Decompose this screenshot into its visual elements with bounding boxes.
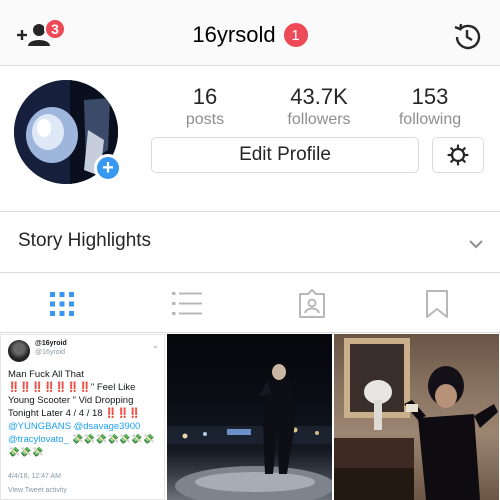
tagged-icon [299, 289, 325, 318]
tab-saved[interactable] [417, 284, 457, 324]
tab-tagged[interactable] [292, 284, 332, 324]
posts-stat[interactable]: 16 posts [174, 84, 236, 129]
post-thumbnail-1[interactable]: @16yroid @16yroid ⌄ Man Fuck All That ‼️… [0, 334, 165, 500]
followers-stat[interactable]: 43.7K followers [276, 84, 362, 129]
tweet-mention-1: @YUNGBANS [8, 421, 71, 432]
top-bar: 3 16yrsold 1 [0, 0, 500, 66]
bookmark-icon [426, 290, 448, 318]
list-icon [172, 292, 202, 315]
tweet-line1: Man Fuck All That [8, 369, 84, 380]
tweet-body: Man Fuck All That ‼️‼️‼️‼️‼️‼️‼️" Feel L… [8, 369, 155, 458]
settings-button[interactable] [432, 137, 484, 173]
post-thumbnail-2[interactable] [167, 334, 332, 500]
posts-label: posts [185, 111, 225, 128]
following-label: following [398, 111, 462, 128]
tab-grid[interactable] [42, 284, 82, 324]
username-title: 16yrsold [192, 22, 276, 47]
tweet-bangs2: ‼️‼️‼️ [105, 408, 141, 419]
tweet-bangs1: ‼️‼️‼️‼️‼️‼️‼️ [8, 382, 91, 393]
highlights-expand-button[interactable] [466, 234, 486, 254]
post-thumbnail-3[interactable] [334, 334, 499, 500]
divider-tabs [0, 332, 500, 333]
tweet-activity: View Tweet activity [8, 487, 67, 494]
following-count: 153 [411, 84, 449, 109]
account-badge: 1 [283, 23, 308, 47]
plus-icon: + [102, 157, 114, 179]
posts-count: 16 [192, 84, 218, 109]
tweet-timestamp: 4/4/18, 12:47 AM [8, 473, 61, 480]
tweet-handle: @16yroid [35, 349, 66, 356]
story-highlights-label[interactable]: Story Highlights [18, 230, 151, 252]
divider-profile [0, 211, 500, 212]
archive-button[interactable] [450, 20, 484, 54]
edit-profile-button[interactable]: Edit Profile [151, 137, 419, 173]
night-street-photo [167, 364, 332, 500]
tab-list[interactable] [167, 284, 207, 324]
chevron-down-icon [469, 240, 483, 249]
history-icon [454, 23, 481, 50]
add-story-button[interactable]: + [94, 154, 122, 182]
indoor-mirror-photo [334, 338, 498, 500]
tweet-avatar [8, 340, 30, 362]
grid-icon [50, 292, 74, 316]
divider-highlights [0, 272, 500, 273]
tweet-name: @16yroid [35, 340, 67, 347]
followers-label: followers [287, 111, 351, 128]
tweet-chevron-icon: ⌄ [152, 341, 159, 350]
followers-count: 43.7K [290, 84, 348, 109]
gear-icon [447, 144, 469, 166]
following-stat[interactable]: 153 following [388, 84, 472, 129]
username-header[interactable]: 16yrsold 1 [0, 22, 500, 48]
